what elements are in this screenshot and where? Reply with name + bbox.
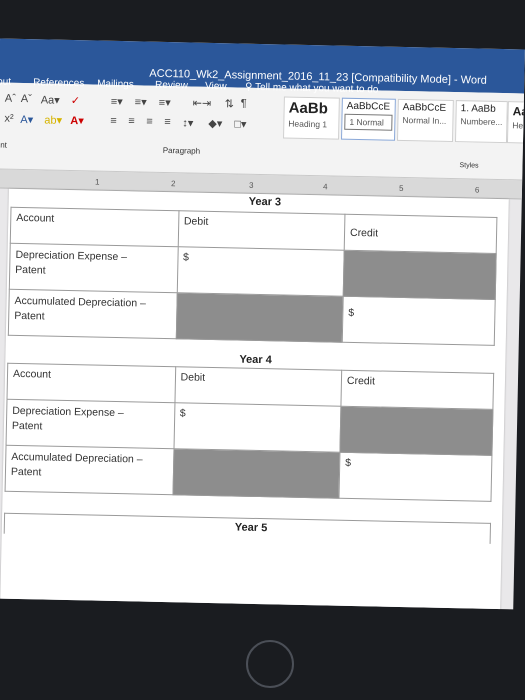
credit-cell[interactable]: $ [342,296,496,346]
align-left-icon[interactable]: ≡ [110,115,117,127]
account-cell[interactable]: Accumulated Depreciation – Patent [8,289,177,339]
ruler-mark: 3 [248,180,254,190]
line-spacing-icon[interactable]: ↕▾ [182,116,193,129]
journal-table: Account Debit Credit Depreciation Expens… [5,363,495,502]
shrink-font-icon[interactable]: Aˇ [21,93,32,105]
sort-icon[interactable]: ⇅ [225,97,234,110]
borders-icon[interactable]: □▾ [234,117,246,130]
table-row: Accumulated Depreciation – Patent $ [8,289,496,346]
style-heading-1[interactable]: AaBb Heading 1 [283,96,340,140]
year5-table-top: Year 5 [3,512,492,544]
header-debit: Debit [177,210,345,251]
change-case-icon[interactable]: Aa▾ [41,93,60,106]
journal-table: Account Debit Credit Depreciation Expens… [8,207,498,346]
indent-icon[interactable]: ⇤⇥ [193,97,212,110]
debit-cell[interactable]: $ [176,246,345,297]
credit-cell-shaded [343,250,497,300]
section-heading: Year 5 [234,521,268,535]
section-heading: Year 4 [239,353,272,367]
paragraph-group-label: Paragraph [162,145,201,156]
credit-cell-shaded [339,406,493,456]
table-row: Accumulated Depreciation – Patent $ [5,445,492,502]
hp-logo [246,640,294,688]
justify-icon[interactable]: ≡ [164,116,171,128]
lightbulb-icon: ⚲ [244,81,253,93]
font-group-label: ont [0,140,8,150]
debit-cell-shaded [172,448,340,499]
style-numbered[interactable]: 1. AaBb Numbere... [454,100,508,144]
ruler-mark: 4 [322,182,328,192]
document-page[interactable]: Year 3 Account Debit Credit Depreciation… [0,188,509,610]
account-cell[interactable]: Depreciation Expense – Patent [6,399,175,449]
style-heading[interactable]: Aa He [506,101,525,144]
text-effects-icon[interactable]: A▾ [20,113,33,126]
account-cell[interactable]: Depreciation Expense – Patent [9,243,178,293]
shading-icon[interactable]: ◆▾ [208,117,222,130]
ruler-mark: 6 [474,185,480,195]
header-credit: Credit [344,214,497,254]
superscript-icon[interactable]: x² [4,113,13,125]
style-normal-indent[interactable]: AaBbCcE Normal In... [397,98,454,143]
pilcrow-icon[interactable]: ¶ [241,98,247,110]
grow-font-icon[interactable]: Aˆ [5,93,16,105]
numbering-icon[interactable]: ≡▾ [135,95,147,108]
ruler-mark: 1 [94,177,100,187]
highlight-icon[interactable]: ab▾ [44,113,62,126]
font-color-icon[interactable]: A▾ [70,114,84,127]
align-center-icon[interactable]: ≡ [128,115,135,127]
multilevel-list-icon[interactable]: ≡▾ [159,96,171,109]
debit-cell[interactable]: $ [173,402,341,453]
tell-me-box[interactable]: ⚲ Tell me what you want to do [245,82,379,96]
credit-cell[interactable]: $ [338,452,492,502]
style-normal[interactable]: AaBbCcE 1 Normal [341,97,396,141]
header-debit: Debit [174,366,342,407]
ruler-mark: 2 [170,179,176,189]
ruler-mark: 5 [398,183,404,193]
header-credit: Credit [340,370,494,410]
ribbon: out References Mailings Review View ⚲ Te… [0,76,525,181]
tab-references[interactable]: References [33,77,84,89]
align-right-icon[interactable]: ≡ [146,116,153,128]
tab-view[interactable]: View [205,81,227,92]
bullets-icon[interactable]: ≡▾ [111,95,123,108]
tab-mailings[interactable]: Mailings [97,79,134,91]
header-account: Account [10,207,179,247]
styles-group-label: Styles [459,162,479,170]
header-account: Account [7,363,176,403]
tab-layout[interactable]: out [0,76,11,87]
clear-format-icon[interactable]: ✓ [71,94,80,107]
tab-review[interactable]: Review [155,80,188,92]
debit-cell-shaded [175,292,344,343]
section-heading: Year 3 [248,195,282,209]
account-cell[interactable]: Accumulated Depreciation – Patent [5,445,174,495]
word-window: ACC110_Wk2_Assignment_2016_11_23 [Compat… [0,38,525,610]
